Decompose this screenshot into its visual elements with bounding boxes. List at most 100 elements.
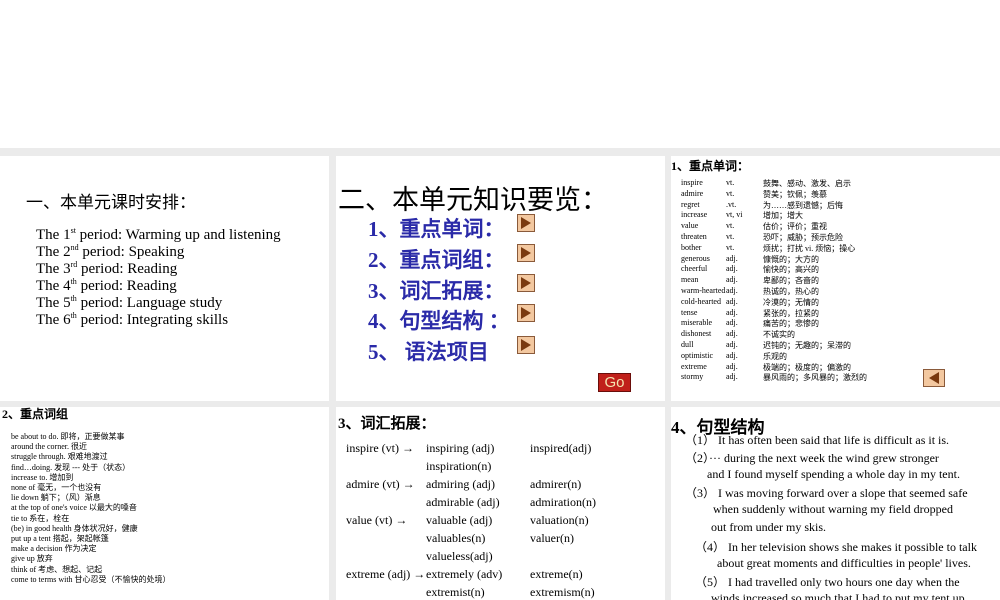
word-entry: dull <box>681 340 694 349</box>
word-pos: adj. <box>726 350 738 360</box>
word-entry: admire <box>681 188 704 198</box>
slide-vocab-expansion[interactable]: 3、词汇拓展： inspire (vt) → inspiring (adj) ins… <box>336 407 665 600</box>
word-pos: adj. <box>726 329 738 339</box>
word-entry: inspire <box>681 178 703 187</box>
slide-lesson-schedule[interactable]: 一、本单元课时安排： The 1st period: Warming up an… <box>0 156 329 401</box>
play-icon[interactable] <box>517 274 535 292</box>
word-pos: adj. <box>726 318 738 328</box>
period-line: The 3rd period: Reading <box>36 260 178 278</box>
play-icon[interactable] <box>517 336 535 354</box>
sentence-line: when suddenly without warning my field d… <box>713 502 953 517</box>
vocab-derived: admiring (adj) <box>426 477 495 491</box>
word-definition: 赞美；钦佩；羡慕 <box>763 189 827 199</box>
vocab-derived: admirable (adj) <box>426 495 500 509</box>
overview-item-sentence-patterns[interactable]: 4、句型结构 ： <box>368 305 510 335</box>
word-entry: mean <box>681 275 699 285</box>
word-pos: adj. <box>726 372 738 382</box>
word-definition: 紧张的，拉紧的 <box>763 308 819 318</box>
word-pos: adj. <box>726 253 738 263</box>
word-definition: 愉快的；高兴的 <box>763 265 819 275</box>
word-definition: 慷慨的；大方的 <box>763 254 819 264</box>
word-definition: 迟钝的；无趣的；呆滞的 <box>763 341 851 350</box>
vocab-derived-2: valuer(n) <box>530 531 574 545</box>
word-entry: cheerful <box>681 264 708 274</box>
overview-item-key-words[interactable]: 1、重点单词： <box>368 213 505 243</box>
vocab-derived-2: valuation(n) <box>530 513 589 527</box>
play-icon[interactable] <box>517 304 535 322</box>
word-definition: 估价；评价；重视 <box>763 222 827 232</box>
slide3-heading: 1、重点单词： <box>671 159 750 173</box>
period-line: The 2nd period: Speaking <box>36 243 185 261</box>
period-line: The 1st period: Warming up and listening <box>36 226 281 244</box>
word-definition: 热诚的，热心的 <box>763 287 819 296</box>
vocab-derived-2: extremism(n) <box>530 585 595 599</box>
period-line: The 5th period: Language study <box>36 294 223 312</box>
vocab-base: inspire (vt) → <box>346 441 414 455</box>
period-line: The 4th period: Reading <box>36 277 177 295</box>
go-button[interactable]: Go <box>598 373 631 392</box>
vocab-derived-2: admiration(n) <box>530 495 596 509</box>
word-entry: warm-hearted <box>681 286 726 295</box>
slide1-heading: 一、本单元课时安排： <box>26 193 196 212</box>
word-entry: increase <box>681 210 708 220</box>
vocab-derived: valuables(n) <box>426 531 486 545</box>
word-pos: adj. <box>726 286 738 295</box>
word-definition: 不诚实的 <box>763 330 795 340</box>
word-pos: .vt. <box>726 199 737 209</box>
word-entry: threaten <box>681 232 707 241</box>
vocab-base: extreme (adj) → <box>346 567 426 581</box>
word-pos: vt. <box>726 178 735 187</box>
word-entry: optimistic <box>681 350 713 360</box>
play-icon[interactable] <box>517 244 535 262</box>
word-entry: stormy <box>681 372 704 382</box>
sentence-line: （5） I had travelled only two hours one d… <box>695 575 960 590</box>
word-definition: 为……感到遗憾；后悔 <box>763 200 843 210</box>
word-entry: tense <box>681 307 698 317</box>
word-entry: value <box>681 221 699 231</box>
word-entry: miserable <box>681 318 713 328</box>
word-entry: bother <box>681 242 702 252</box>
overview-item-vocab-expansion[interactable]: 3、词汇拓展： <box>368 275 505 305</box>
word-pos: vt. <box>726 221 735 231</box>
vocab-derived: extremist(n) <box>426 585 485 599</box>
vocab-derived: extremely (adv) <box>426 567 503 581</box>
word-entry: dishonest <box>681 329 712 339</box>
word-pos: adj. <box>726 296 738 306</box>
slide4-heading: 2、重点词组 <box>2 407 69 421</box>
vocab-base: admire (vt) → <box>346 477 415 491</box>
back-arrow-icon[interactable] <box>923 369 945 387</box>
word-definition: 极端的；极度的；偏激的 <box>763 362 851 372</box>
word-definition: 恐吓；威胁；预示危险 <box>763 233 843 242</box>
slide-sentence-patterns[interactable]: 4、句型结构 （1） It has often been said that l… <box>671 407 1000 600</box>
vocab-derived: valueless(adj) <box>426 549 493 563</box>
phrase-entry: come to terms with 甘心忍受（不愉快的处境） <box>11 574 171 584</box>
word-definition: 卑鄙的；吝啬的 <box>763 276 819 286</box>
sentence-line: and I found myself spending a whole day … <box>707 466 960 481</box>
sentence-line: （3） I was moving forward over a slope th… <box>685 486 968 501</box>
word-entry: regret <box>681 199 700 209</box>
period-line: The 6th period: Integrating skills <box>36 311 229 329</box>
slide-knowledge-overview[interactable]: 二、本单元知识要览： 1、重点单词： 2、重点词组： 3、词汇拓展： 4、句型结… <box>336 156 665 401</box>
vocab-derived: inspiration(n) <box>426 459 492 473</box>
word-pos: adj. <box>726 307 738 317</box>
word-definition: 增加；增大 <box>763 211 803 221</box>
word-definition: 冷漠的；无情的 <box>763 297 819 307</box>
slide-key-phrases[interactable]: 2、重点词组 be about to do. 即将，正要做某事 around th… <box>0 407 329 600</box>
slide-key-words[interactable]: 1、重点单词： inspire vt. 鼓舞、感动、激发、启示 admire vt. 赞美… <box>671 156 1000 401</box>
vocab-derived: inspiring (adj) <box>426 441 495 455</box>
word-pos: vt, vi <box>726 210 743 220</box>
play-icon[interactable] <box>517 214 535 232</box>
word-pos: vt. <box>726 242 735 252</box>
sentence-line: winds increased so much that I had to pu… <box>711 591 968 600</box>
word-pos: adj. <box>726 361 738 371</box>
word-pos: adj. <box>726 340 738 349</box>
sentence-line: （4） In her television shows she makes it… <box>695 539 977 554</box>
word-pos: vt. <box>726 232 735 241</box>
word-entry: extreme <box>681 361 707 371</box>
word-definition: 鼓舞、感动、激发、启示 <box>763 179 851 188</box>
overview-item-grammar[interactable]: 5、 语法项目 <box>368 336 489 366</box>
vocab-derived-2: admirer(n) <box>530 477 582 491</box>
vocab-derived-2: extreme(n) <box>530 567 583 581</box>
overview-item-key-phrases[interactable]: 2、重点词组： <box>368 244 505 274</box>
vocab-base: value (vt) → <box>346 513 408 527</box>
